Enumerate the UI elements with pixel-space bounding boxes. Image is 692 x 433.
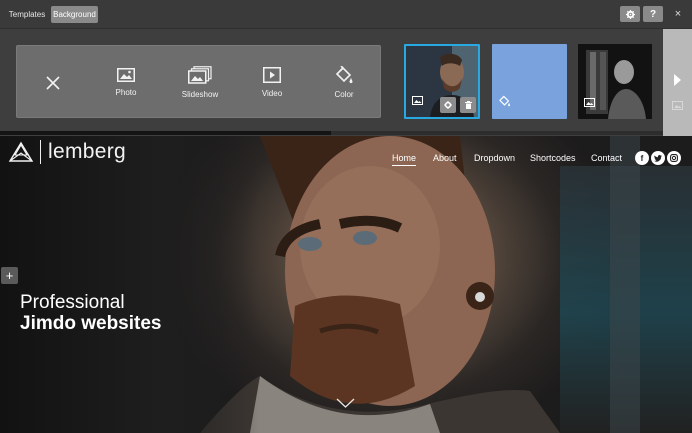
- source-slideshow-button[interactable]: Slideshow: [175, 46, 225, 119]
- source-video-label: Video: [261, 89, 283, 98]
- logo-text: lemberg: [48, 140, 126, 163]
- editor-toolbar: Templates Background ? ×: [0, 0, 692, 29]
- background-thumbnail-selected[interactable]: [404, 44, 480, 119]
- paint-bucket-icon: [498, 94, 511, 112]
- thumbnail-photo-type-icon: [412, 92, 423, 110]
- hero-headline: Professional Jimdo websites: [20, 292, 162, 334]
- background-source-selector: Photo Slideshow Video Color: [16, 45, 381, 118]
- logo-mark-icon: [8, 141, 34, 162]
- next-thumbnails-button[interactable]: [663, 29, 692, 136]
- source-photo-label: Photo: [115, 88, 137, 97]
- trash-icon: [464, 101, 472, 109]
- chevron-right-icon: [674, 74, 681, 86]
- remove-background-button[interactable]: [37, 46, 69, 119]
- gear-icon: [625, 9, 635, 19]
- hero-background-bars: [610, 136, 640, 433]
- gear-icon: [444, 101, 452, 109]
- twitter-icon[interactable]: [651, 151, 665, 165]
- add-element-button[interactable]: +: [1, 267, 18, 284]
- settings-button[interactable]: [620, 6, 640, 22]
- scroll-down-chevron-icon[interactable]: [336, 398, 355, 408]
- thumbnail-delete-button[interactable]: [460, 97, 476, 113]
- background-thumbnail-color[interactable]: [492, 44, 567, 119]
- video-icon: [263, 67, 281, 83]
- tab-templates[interactable]: Templates: [6, 6, 48, 23]
- close-editor-button[interactable]: ×: [668, 6, 688, 22]
- source-color-label: Color: [334, 90, 354, 99]
- photo-placeholder-icon: [672, 101, 683, 110]
- instagram-icon[interactable]: [667, 151, 681, 165]
- source-slideshow-label: Slideshow: [181, 90, 219, 99]
- nav-home[interactable]: Home: [392, 153, 417, 166]
- app-root: Templates Background ? × Photo Slideshow: [0, 0, 692, 433]
- close-icon: [46, 75, 60, 90]
- source-video-button[interactable]: Video: [251, 46, 293, 119]
- source-color-button[interactable]: Color: [323, 46, 365, 119]
- background-editor-panel: Templates Background ? × Photo Slideshow: [0, 0, 692, 136]
- help-button[interactable]: ?: [643, 6, 663, 22]
- source-photo-button[interactable]: Photo: [105, 46, 147, 119]
- site-logo[interactable]: lemberg: [8, 140, 126, 164]
- nav-shortcodes[interactable]: Shortcodes: [530, 153, 576, 163]
- paint-bucket-icon: [335, 66, 353, 84]
- hero-left-shade: [0, 136, 260, 433]
- logo-divider: [40, 140, 41, 164]
- thumbnail-photo-type-icon: [584, 94, 595, 112]
- nav-dropdown[interactable]: Dropdown: [474, 153, 515, 163]
- slideshow-icon: [188, 66, 212, 84]
- hero-headline-line-2: Jimdo websites: [20, 313, 162, 334]
- tab-background[interactable]: Background: [51, 6, 98, 23]
- hero-headline-line-1: Professional: [20, 292, 125, 313]
- website-hero: lemberg Home About Dropdown Shortcodes C…: [0, 136, 692, 433]
- background-thumbnail-photo[interactable]: [578, 44, 652, 119]
- nav-about[interactable]: About: [433, 153, 457, 163]
- thumbnail-settings-button[interactable]: [440, 97, 456, 113]
- nav-contact[interactable]: Contact: [591, 153, 622, 163]
- facebook-icon[interactable]: f: [635, 151, 649, 165]
- photo-icon: [117, 68, 135, 82]
- thumbnail-scrollbar-thumb[interactable]: [0, 131, 331, 135]
